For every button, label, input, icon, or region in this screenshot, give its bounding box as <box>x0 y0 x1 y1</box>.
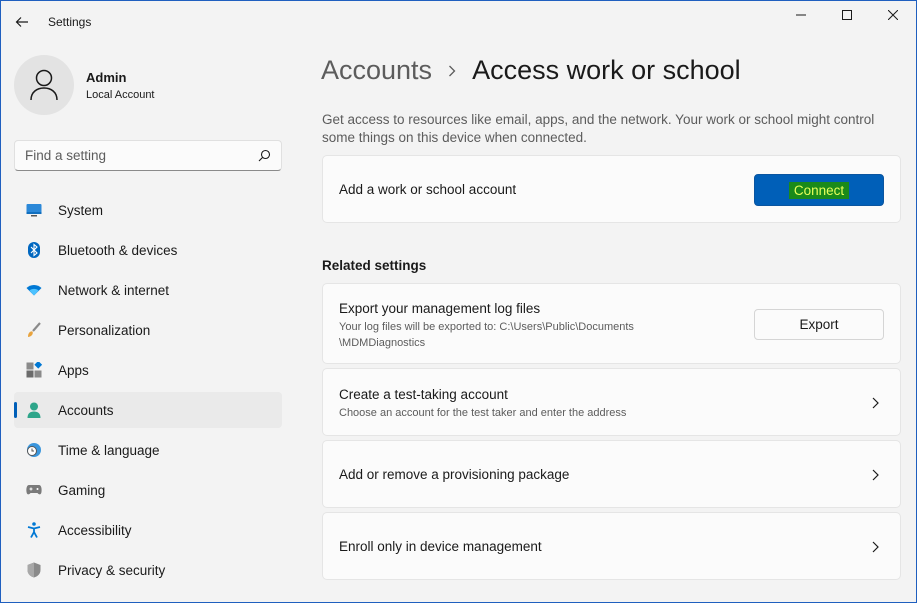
sidebar-item-label: Personalization <box>58 322 151 338</box>
sidebar-item-label: Network & internet <box>58 282 170 298</box>
sidebar-item-privacy-security[interactable]: Privacy & security <box>14 552 282 588</box>
accessibility-icon <box>26 522 42 538</box>
test-account-subtitle: Choose an account for the test taker and… <box>339 407 627 419</box>
chevron-right-icon <box>868 540 882 554</box>
close-icon <box>888 10 898 20</box>
search-box[interactable] <box>14 140 282 171</box>
export-logs-title: Export your management log files <box>339 301 541 316</box>
user-profile[interactable]: Admin Local Account <box>14 55 155 115</box>
shield-icon <box>26 562 42 578</box>
maximize-button[interactable] <box>824 1 870 29</box>
search-icon[interactable] <box>258 149 271 162</box>
sidebar-item-bluetooth-devices[interactable]: Bluetooth & devices <box>14 232 282 268</box>
chevron-right-icon <box>868 396 882 410</box>
sidebar-nav: System Bluetooth & devices Network & int… <box>14 192 282 592</box>
test-account-card[interactable]: Create a test-taking account Choose an a… <box>322 368 901 436</box>
connect-button[interactable]: Connect <box>754 174 884 206</box>
profile-account-type: Local Account <box>86 88 155 101</box>
maximize-icon <box>842 10 852 20</box>
add-account-card: Add a work or school account Connect <box>322 155 901 223</box>
app-title: Settings <box>48 15 92 29</box>
test-account-title: Create a test-taking account <box>339 387 508 402</box>
enroll-device-management-title: Enroll only in device management <box>339 539 542 554</box>
sidebar-item-label: Gaming <box>58 482 106 498</box>
related-settings-heading: Related settings <box>322 258 427 273</box>
system-icon <box>26 202 42 218</box>
wifi-icon <box>26 282 42 298</box>
bluetooth-icon <box>26 242 42 258</box>
export-logs-path-line2: \MDMDiagnostics <box>339 337 426 349</box>
page-description: Get access to resources like email, apps… <box>322 112 875 145</box>
chevron-right-icon <box>868 468 882 482</box>
provisioning-package-card[interactable]: Add or remove a provisioning package <box>322 440 901 508</box>
sidebar-item-label: Privacy & security <box>58 562 166 578</box>
globe-clock-icon <box>26 442 42 458</box>
profile-name: Admin <box>86 69 127 85</box>
export-logs-path-line1: Your log files will be exported to: C:\U… <box>339 321 634 333</box>
person-icon <box>26 402 42 418</box>
add-account-label: Add a work or school account <box>339 182 517 197</box>
breadcrumb-parent[interactable]: Accounts <box>321 55 432 86</box>
title-bar: Settings <box>1 1 916 41</box>
connect-button-label: Connect <box>788 181 850 199</box>
back-arrow-icon <box>15 17 28 27</box>
sidebar-item-label: Accounts <box>58 402 114 418</box>
sidebar-item-label: Apps <box>58 362 89 378</box>
search-input[interactable] <box>25 148 258 163</box>
gamepad-icon <box>26 482 42 498</box>
apps-icon <box>26 362 42 378</box>
sidebar-item-apps[interactable]: Apps <box>14 352 282 388</box>
brush-icon <box>26 322 42 338</box>
sidebar-item-personalization[interactable]: Personalization <box>14 312 282 348</box>
sidebar-item-accounts[interactable]: Accounts <box>14 392 282 428</box>
sidebar-item-gaming[interactable]: Gaming <box>14 472 282 508</box>
minimize-icon <box>796 14 806 16</box>
sidebar-item-accessibility[interactable]: Accessibility <box>14 512 282 548</box>
minimize-button[interactable] <box>778 1 824 29</box>
window-controls <box>778 1 916 29</box>
enroll-device-management-card[interactable]: Enroll only in device management <box>322 512 901 580</box>
page-title: Access work or school <box>472 55 741 85</box>
sidebar-item-label: Bluetooth & devices <box>58 242 178 258</box>
close-button[interactable] <box>870 1 916 29</box>
sidebar-item-time-language[interactable]: Time & language <box>14 432 282 468</box>
sidebar-item-label: System <box>58 202 104 218</box>
sidebar-item-label: Accessibility <box>58 522 132 538</box>
export-button[interactable]: Export <box>754 309 884 340</box>
avatar <box>14 55 74 115</box>
export-logs-card: Export your management log files Your lo… <box>322 283 901 364</box>
sidebar-item-label: Time & language <box>58 442 160 458</box>
sidebar-item-network-internet[interactable]: Network & internet <box>14 272 282 308</box>
user-icon <box>30 69 58 101</box>
back-button[interactable] <box>9 9 35 35</box>
breadcrumb: Accounts Access work or school <box>321 55 741 86</box>
chevron-right-icon <box>448 65 456 77</box>
settings-window: Settings Admin Local Account Find a sett… <box>0 0 917 603</box>
sidebar-item-system[interactable]: System <box>14 192 282 228</box>
provisioning-package-title: Add or remove a provisioning package <box>339 467 570 482</box>
